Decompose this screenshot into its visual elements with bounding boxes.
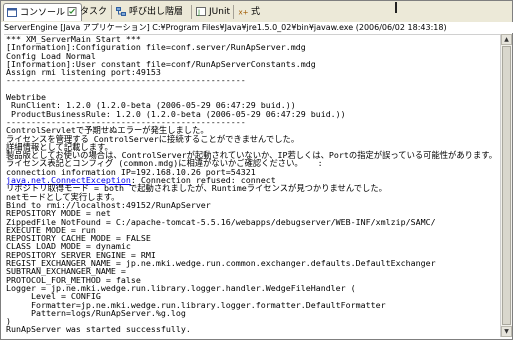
scroll-down-arrow-icon[interactable]: ▼	[501, 326, 512, 337]
console-view: コンソール☒ タスク 呼び出し階層 J JUnit	[0, 0, 513, 340]
svg-text:J: J	[197, 9, 200, 17]
tasks-icon	[67, 7, 77, 16]
tab-separator	[191, 5, 192, 19]
tab-junit[interactable]: J JUnit	[193, 3, 233, 21]
tab-separator	[111, 5, 112, 19]
tab-call-hierarchy-label: 呼び出し階層	[129, 7, 184, 17]
svg-text:x+: x+	[239, 9, 249, 17]
junit-icon: J	[196, 7, 206, 16]
view-tab-bar: コンソール☒ タスク 呼び出し階層 J JUnit	[1, 1, 512, 23]
tab-call-hierarchy[interactable]: 呼び出し階層	[113, 3, 186, 21]
console-output[interactable]: *** XM_ServerMain Start *** [Information]…	[4, 34, 500, 338]
process-path: ServerEngine [Java アプリケーション] C:¥Program …	[1, 22, 513, 33]
tab-separator	[233, 5, 234, 19]
tab-tasks-label: タスク	[80, 7, 108, 17]
tab-tasks[interactable]: タスク	[64, 3, 110, 21]
console-icon	[7, 8, 17, 17]
vertical-scrollbar[interactable]: ▲ ▼	[500, 34, 512, 337]
console-line: ----------------------------------------…	[6, 75, 246, 86]
call-hierarchy-icon	[116, 7, 126, 16]
console-line: RunApServer was started successfully.	[6, 324, 191, 335]
tab-junit-label: JUnit	[209, 7, 230, 17]
expressions-icon: x+	[239, 9, 249, 17]
tab-console-label: コンソール	[20, 8, 66, 18]
tab-expressions[interactable]: x+ 式	[235, 3, 263, 21]
tab-expressions-label: 式	[251, 7, 261, 17]
scroll-thumb[interactable]	[502, 46, 511, 325]
scroll-up-arrow-icon[interactable]: ▲	[501, 34, 512, 45]
toolbar-separator	[395, 2, 397, 13]
console-line: Pattern=logs/RunApServer.%g.log	[6, 307, 186, 318]
